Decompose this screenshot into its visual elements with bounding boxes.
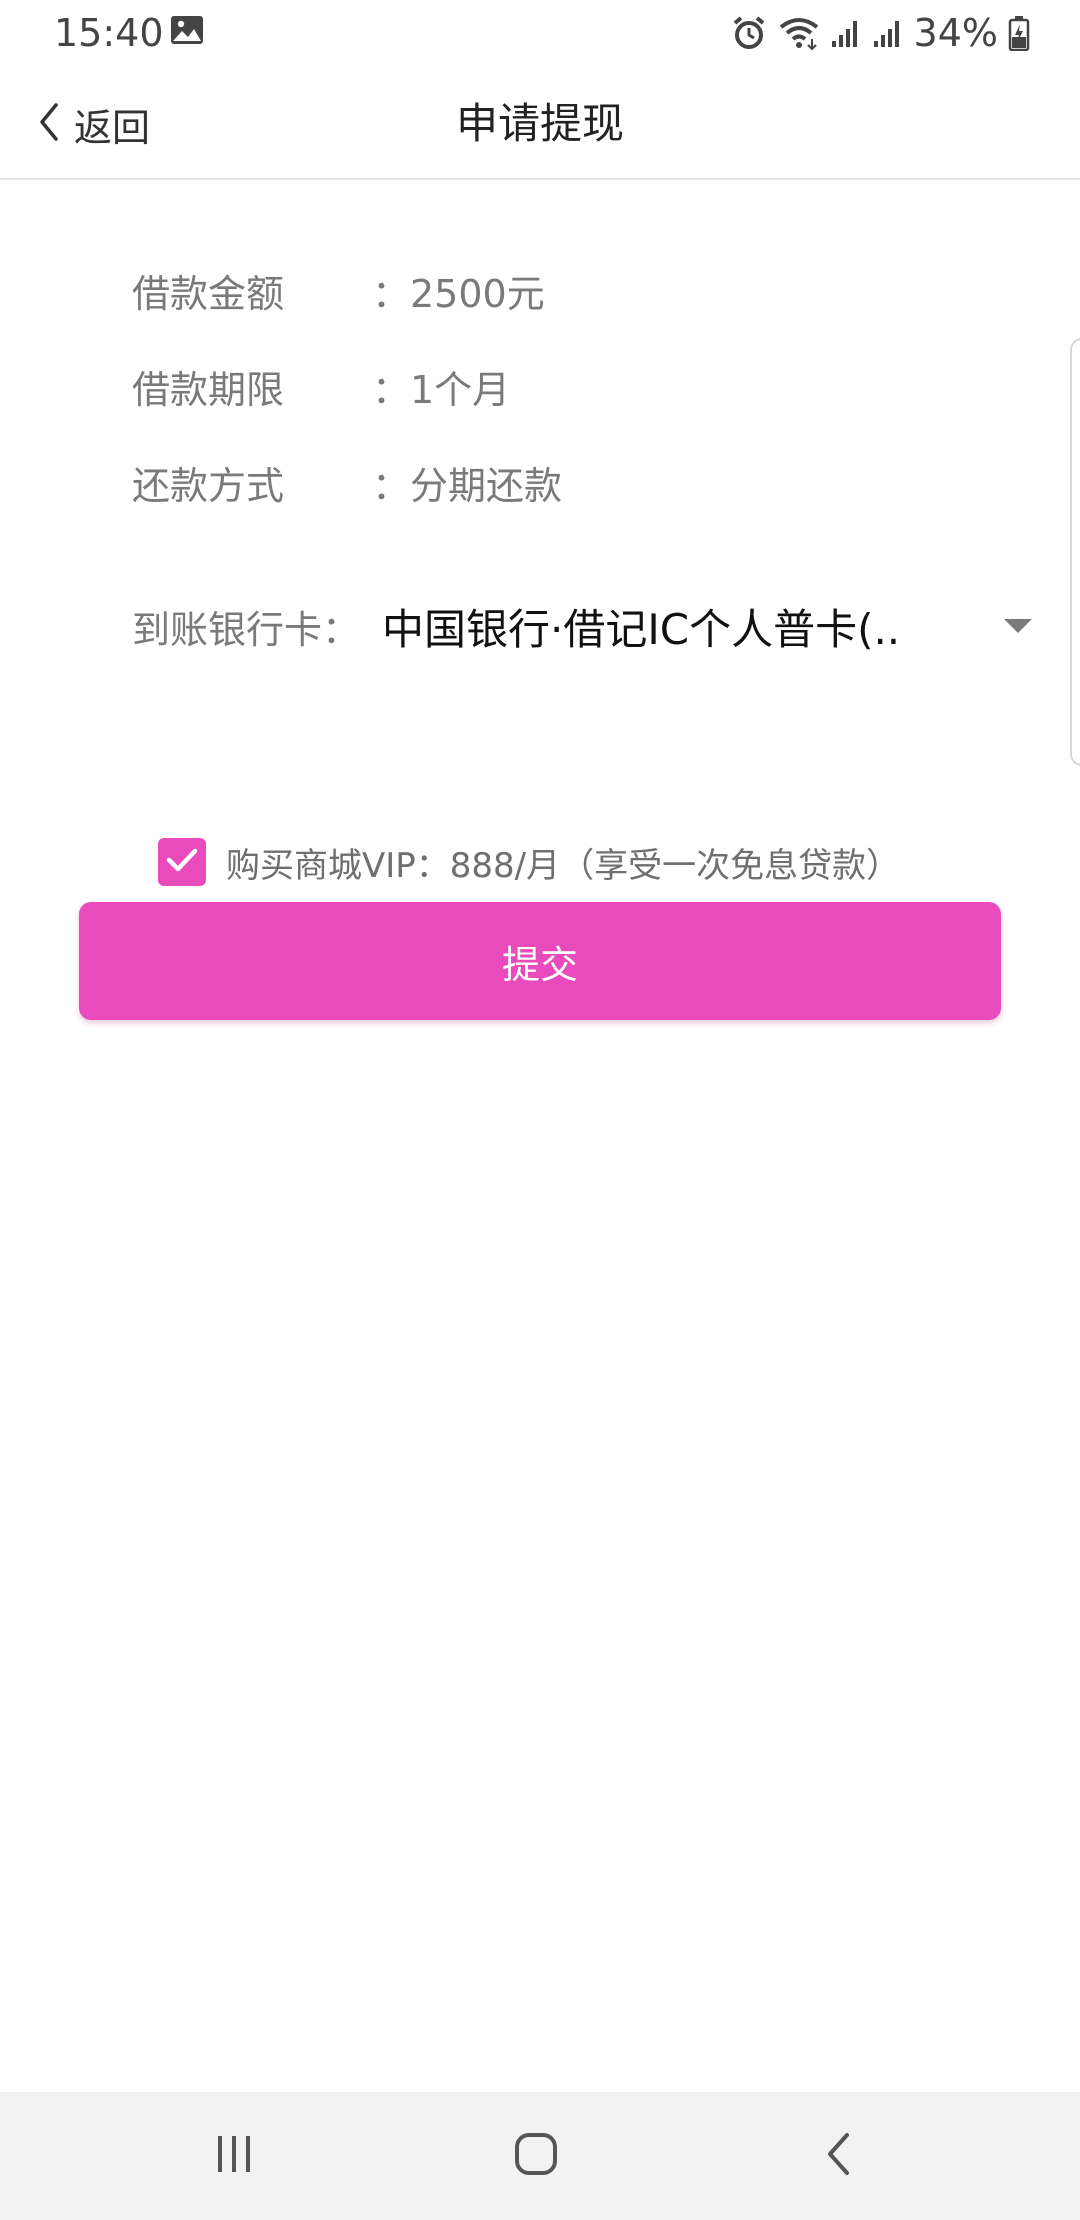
bank-card-select[interactable]: 中国银行·借记IC个人普卡(.. bbox=[382, 596, 1032, 657]
bank-card-row: 到账银行卡： 中国银行·借记IC个人普卡(.. bbox=[132, 596, 1032, 656]
image-icon bbox=[170, 15, 204, 45]
recent-apps-icon bbox=[212, 2134, 256, 2178]
edge-panel-handle[interactable] bbox=[1070, 338, 1080, 766]
loan-amount-value: ：2500元 bbox=[372, 271, 545, 316]
status-time: 15:40 bbox=[54, 11, 164, 55]
repayment-method-value: ：分期还款 bbox=[372, 463, 563, 508]
checkmark-icon bbox=[165, 846, 199, 878]
loan-amount-label: 借款金额 bbox=[132, 271, 285, 316]
loan-term-row: 借款期限 ：1个月 bbox=[132, 356, 510, 416]
battery-percentage: 34% bbox=[913, 11, 998, 55]
repayment-method-row: 还款方式 ：分期还款 bbox=[132, 452, 562, 512]
wifi-icon bbox=[778, 15, 820, 51]
status-icons: 34% bbox=[730, 8, 1030, 58]
loan-term-value: ：1个月 bbox=[372, 367, 511, 412]
signal-icon bbox=[830, 17, 862, 49]
vip-option-text: 购买商城VIP：888/月（享受一次免息贷款） bbox=[226, 845, 901, 886]
home-icon bbox=[512, 2130, 560, 2182]
loan-amount-row: 借款金额 ：2500元 bbox=[132, 260, 545, 320]
bank-card-value: 中国银行·借记IC个人普卡(.. bbox=[382, 604, 901, 654]
vip-option-row: 购买商城VIP：888/月（享受一次免息贷款） bbox=[158, 836, 900, 888]
loan-term-label: 借款期限 bbox=[132, 367, 285, 412]
vip-checkbox[interactable] bbox=[158, 838, 206, 886]
recent-apps-button[interactable] bbox=[204, 2126, 264, 2186]
status-bar: 15:40 34% bbox=[0, 0, 1080, 66]
page-title: 申请提现 bbox=[455, 99, 624, 148]
nav-back-button[interactable] bbox=[808, 2126, 868, 2186]
home-button[interactable] bbox=[506, 2126, 566, 2186]
signal-icon bbox=[872, 17, 904, 49]
bank-card-label: 到账银行卡： bbox=[132, 607, 361, 652]
repayment-method-label: 还款方式 bbox=[132, 463, 285, 508]
system-nav-bar bbox=[0, 2092, 1080, 2220]
dropdown-arrow-icon bbox=[1004, 619, 1032, 633]
submit-button[interactable]: 提交 bbox=[79, 902, 1001, 1020]
alarm-icon bbox=[730, 14, 768, 52]
header: 返回 申请提现 bbox=[0, 66, 1080, 180]
battery-charging-icon bbox=[1008, 15, 1030, 51]
back-icon bbox=[823, 2131, 853, 2181]
